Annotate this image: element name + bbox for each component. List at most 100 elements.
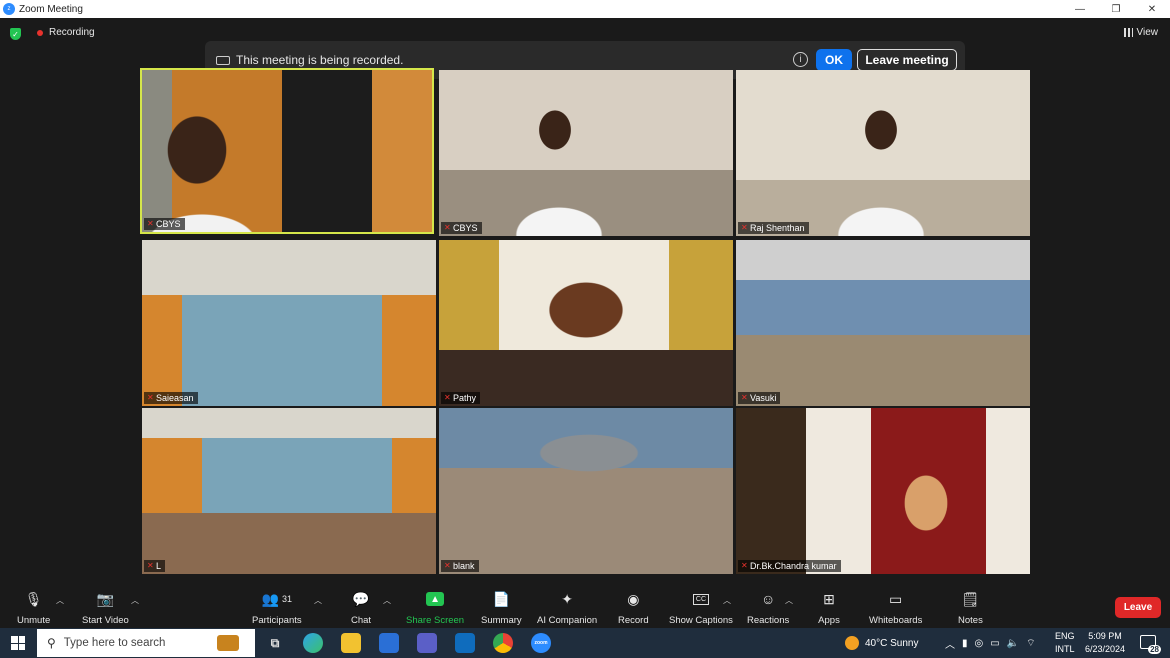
ok-button[interactable]: OK (816, 49, 852, 71)
weather-widget[interactable]: 40°C Sunny (845, 628, 918, 658)
participants-icon: 👥 31 (261, 590, 293, 607)
participant-name-label: ✕ CBYS (144, 218, 185, 230)
minimize-button[interactable]: — (1062, 0, 1098, 18)
muted-mic-icon: ✕ (741, 223, 748, 232)
participant-name-label: ✕ blank (441, 560, 479, 572)
video-tile-4[interactable]: ✕ Saieasan (142, 240, 436, 406)
chrome-icon[interactable] (493, 633, 513, 653)
close-button[interactable]: ✕ (1134, 0, 1170, 18)
recording-camera-icon (216, 55, 230, 65)
sparkle-icon: ✦ (561, 590, 573, 607)
zoom-app-icon[interactable]: zoom (531, 633, 551, 653)
video-off-icon: 📷 (96, 590, 115, 607)
participants-options-caret[interactable]: ︿ (314, 595, 322, 606)
participant-video (736, 408, 1030, 574)
task-view-icon[interactable]: ⧉ (265, 633, 285, 653)
volume-icon[interactable]: 🔈 (1007, 638, 1019, 649)
edge-browser-icon[interactable] (303, 633, 323, 653)
taskbar-search-input[interactable]: ⚲ Type here to search (37, 629, 255, 657)
video-tile-8[interactable]: ✕ blank (439, 408, 733, 574)
participants-count: 31 (282, 594, 293, 604)
record-button[interactable]: ◉ Record (618, 589, 649, 627)
encryption-shield-icon[interactable]: ✓ (10, 28, 21, 40)
participant-video (736, 240, 1030, 406)
muted-microphone-icon: 🎙 (24, 590, 43, 607)
unmute-button[interactable]: 🎙 Unmute (17, 589, 50, 627)
muted-mic-icon: ✕ (147, 561, 154, 570)
participant-name-label: ✕ Vasuki (738, 392, 781, 404)
closed-captions-icon: CC (690, 589, 712, 609)
muted-mic-icon: ✕ (741, 561, 748, 570)
notification-count: 28 (1148, 645, 1161, 654)
video-tile-5[interactable]: ✕ Pathy (439, 240, 733, 406)
participants-button[interactable]: 👥 31 Participants (252, 589, 302, 627)
video-tile-1[interactable]: ✕ CBYS (140, 68, 434, 234)
participant-name-label: ✕ Raj Shenthan (738, 222, 809, 234)
notifications-icon[interactable]: 28 (1140, 635, 1161, 654)
video-tile-3[interactable]: ✕ Raj Shenthan (736, 70, 1030, 236)
summary-button[interactable]: 📄 Summary (481, 589, 522, 627)
video-options-caret[interactable]: ︿ (131, 595, 139, 606)
smiley-icon: ☺ (760, 591, 776, 607)
video-tile-7[interactable]: ✕ L (142, 408, 436, 574)
recording-notice-text: This meeting is being recorded. (236, 53, 404, 67)
video-tile-2[interactable]: ✕ CBYS (439, 70, 733, 236)
clock[interactable]: 5:09 PM 6/23/2024 (1080, 630, 1130, 656)
muted-mic-icon: ✕ (147, 219, 154, 228)
participant-name-label: ✕ CBYS (441, 222, 482, 234)
captions-options-caret[interactable]: ︿ (723, 595, 731, 606)
teams-icon[interactable] (417, 633, 437, 653)
tray-app-icon[interactable]: ▮ (962, 638, 968, 649)
search-icon: ⚲ (47, 636, 56, 650)
muted-mic-icon: ✕ (444, 393, 451, 402)
video-tile-6[interactable]: ✕ Vasuki (736, 240, 1030, 406)
notes-icon: 🗒 (961, 590, 980, 607)
summary-icon: 📄 (492, 590, 511, 607)
participant-video (736, 70, 1030, 236)
grid-view-icon (1123, 28, 1133, 37)
ai-companion-button[interactable]: ✦ AI Companion (537, 589, 597, 627)
video-tile-9[interactable]: ✕ Dr.Bk.Chandra kumar (736, 408, 1030, 574)
briefcase-icon (217, 635, 239, 651)
share-screen-button[interactable]: ▲ Share Screen (406, 589, 464, 626)
participant-name-label: ✕ Pathy (441, 392, 481, 404)
reactions-button[interactable]: ☺ Reactions (747, 589, 789, 626)
share-screen-icon: ▲ (424, 589, 446, 609)
tray-camera-icon[interactable]: ◎ (975, 638, 984, 649)
battery-icon[interactable]: ▭ (990, 638, 999, 649)
whiteboards-button[interactable]: ▭ Whiteboards (869, 589, 922, 627)
view-button[interactable]: View (1123, 27, 1159, 38)
whiteboard-icon: ▭ (889, 590, 903, 607)
window-title-bar: z Zoom Meeting — ❐ ✕ (0, 0, 1170, 18)
recording-indicator[interactable]: Recording (49, 27, 95, 38)
muted-mic-icon: ✕ (147, 393, 154, 402)
view-label: View (1136, 27, 1159, 38)
outlook-icon[interactable] (455, 633, 475, 653)
chat-button[interactable]: 💬 Chat (350, 589, 372, 627)
chevron-up-icon[interactable]: ︿ (945, 636, 955, 651)
wifi-icon[interactable]: ⌔ (1026, 637, 1035, 650)
participant-video (142, 70, 432, 232)
info-icon[interactable]: i (793, 52, 808, 67)
meeting-toolbar: 🎙 Unmute ︿ 📷 Start Video ︿ 👥 31 Participa… (0, 585, 1170, 628)
store-icon[interactable] (379, 633, 399, 653)
window-title: Zoom Meeting (19, 3, 83, 15)
participant-video (439, 240, 733, 406)
start-video-button[interactable]: 📷 Start Video (82, 589, 129, 627)
language-indicator[interactable]: ENG INTL (1055, 630, 1075, 656)
apps-icon: ⊞ (823, 590, 835, 607)
audio-options-caret[interactable]: ︿ (56, 595, 64, 606)
chat-options-caret[interactable]: ︿ (383, 595, 391, 606)
leave-button[interactable]: Leave (1115, 597, 1161, 618)
file-explorer-icon[interactable] (341, 633, 361, 653)
participant-name-label: ✕ L (144, 560, 166, 572)
recording-dot-icon (37, 30, 43, 36)
apps-button[interactable]: ⊞ Apps (818, 589, 840, 627)
restore-button[interactable]: ❐ (1098, 0, 1134, 18)
notes-button[interactable]: 🗒 Notes (958, 589, 983, 627)
meeting-top-bar: ✓ Recording View This meeting is being r… (0, 18, 1170, 79)
reactions-options-caret[interactable]: ︿ (785, 595, 793, 606)
windows-start-icon[interactable] (11, 636, 25, 650)
leave-meeting-button[interactable]: Leave meeting (857, 49, 957, 71)
participant-name-label: ✕ Dr.Bk.Chandra kumar (738, 560, 841, 572)
